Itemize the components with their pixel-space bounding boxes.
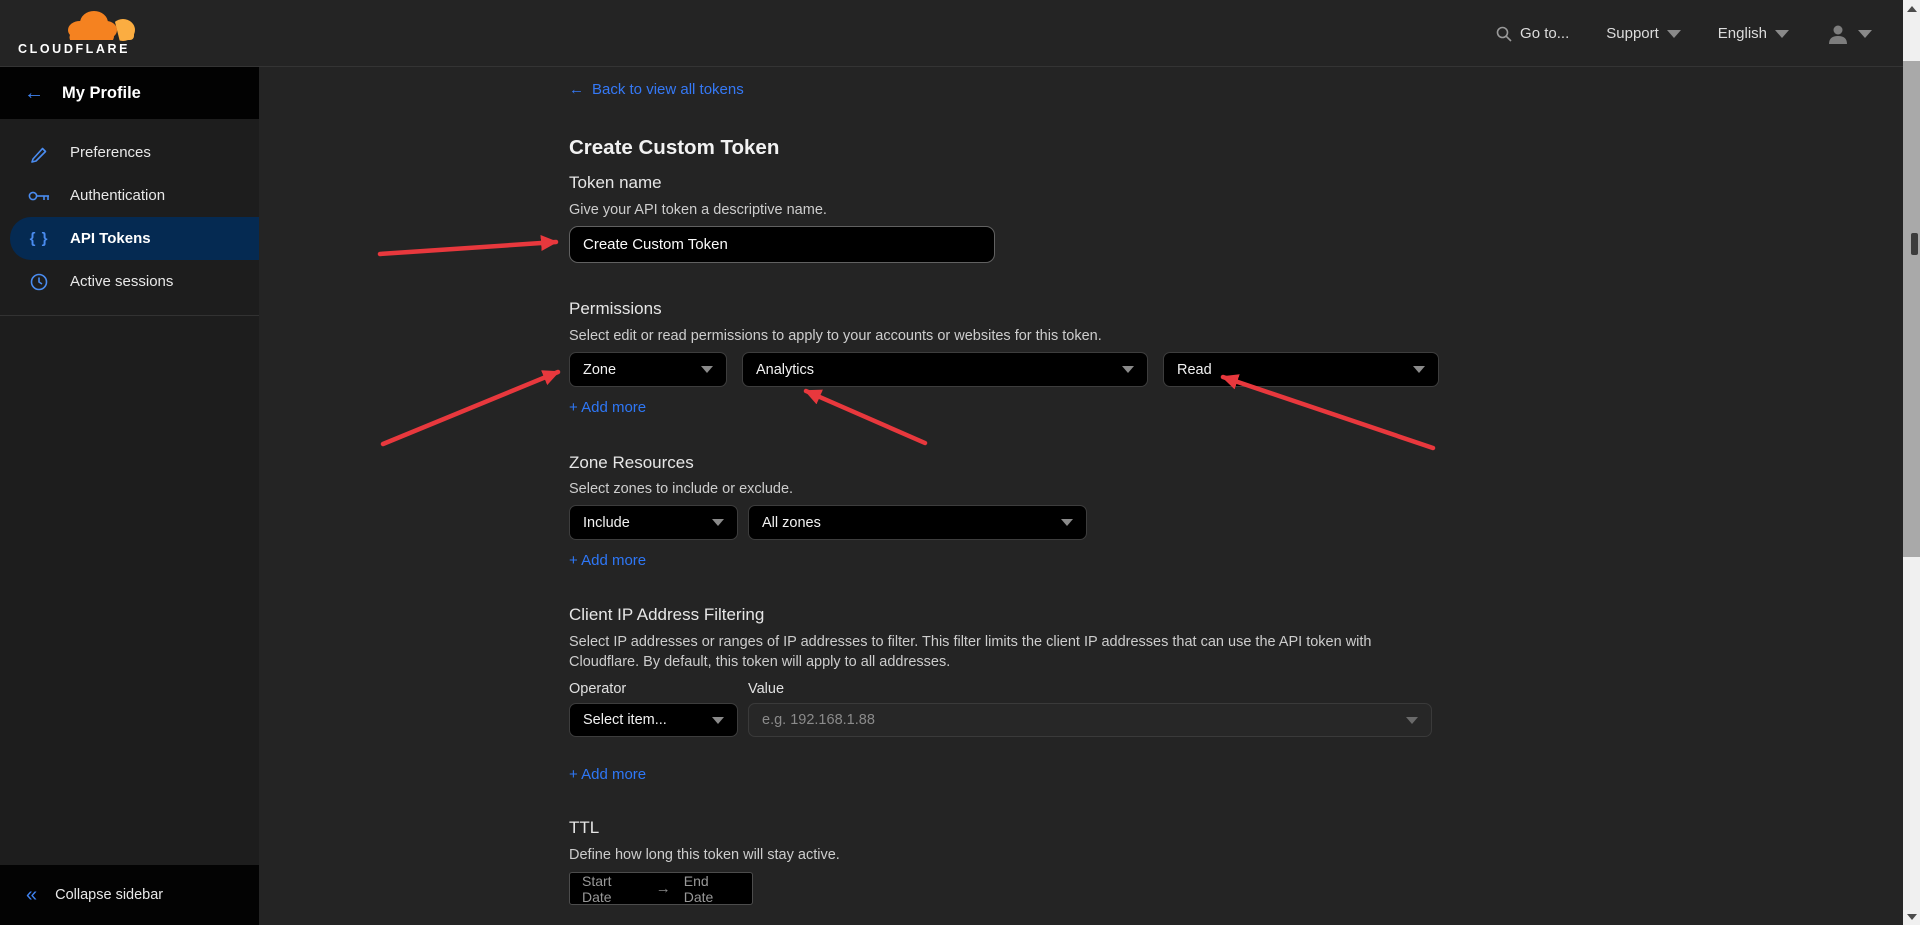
cloudflare-dashboard-page: CLOUDFLARE Go to... Support English [0,0,1920,925]
language-label: English [1718,25,1767,42]
ip-filtering-label: Client IP Address Filtering [569,605,1903,625]
top-bar: CLOUDFLARE Go to... Support English [0,0,1920,67]
sidebar-item-label: Active sessions [70,273,173,290]
token-name-label: Token name [569,173,1903,193]
page-scrollbar[interactable] [1903,0,1920,925]
permissions-description: Select edit or read permissions to apply… [569,326,1903,346]
token-name-description: Give your API token a descriptive name. [569,200,1903,220]
all-zones-dropdown[interactable]: All zones [748,505,1087,540]
read-dropdown[interactable]: Read [1163,352,1439,387]
ip-filtering-add-more-link[interactable]: + Add more [569,766,646,783]
sidebar-back-header[interactable]: ← My Profile [0,67,259,119]
permissions-row: Zone Analytics Read [569,352,1903,387]
zone-resources-add-more-link[interactable]: + Add more [569,552,646,569]
permissions-add-more-link[interactable]: + Add more [569,399,646,416]
pencil-icon [28,143,50,163]
sidebar-item-authentication[interactable]: Authentication [0,174,259,217]
ttl-label: TTL [569,818,1903,838]
chevron-down-icon [1413,366,1425,373]
end-date-label: End Date [684,873,740,905]
back-arrow-icon: ← [24,83,44,103]
back-link-label: Back to view all tokens [592,81,744,98]
sidebar-divider [0,315,259,316]
analytics-dropdown-value: Analytics [756,362,814,378]
user-icon [1826,22,1850,46]
read-dropdown-value: Read [1177,362,1212,378]
sidebar-item-label: API Tokens [70,230,151,247]
zone-resources-row: Include All zones [569,505,1903,540]
sidebar-item-label: Preferences [70,144,151,161]
value-label: Value [748,681,784,697]
include-dropdown[interactable]: Include [569,505,738,540]
sidebar-item-api-tokens[interactable]: { } API Tokens [10,217,259,260]
chevron-down-icon [701,366,713,373]
sidebar-item-label: Authentication [70,187,165,204]
ttl-date-range-button[interactable]: Start Date → End Date [569,872,753,905]
top-navigation: Go to... Support English [1496,0,1872,67]
chevron-down-icon [1667,30,1681,38]
chevron-down-icon [712,717,724,724]
sidebar-item-active-sessions[interactable]: Active sessions [0,260,259,303]
start-date-label: Start Date [582,873,643,905]
include-dropdown-value: Include [583,515,630,531]
right-arrow-icon: → [656,880,671,897]
ip-filtering-row: Select item... e.g. 192.168.1.88 [569,703,1903,737]
all-zones-dropdown-value: All zones [762,515,821,531]
scrollbar-down-arrow[interactable] [1903,908,1920,925]
page-title: Create Custom Token [569,136,1903,160]
ip-filtering-description: Select IP addresses or ranges of IP addr… [569,632,1427,672]
cloudflare-cloud-icon [64,8,136,44]
support-menu[interactable]: Support [1606,25,1681,42]
chevron-down-icon [1775,30,1789,38]
key-icon [28,189,50,203]
chevron-down-icon [1406,717,1418,724]
zone-resources-description: Select zones to include or exclude. [569,479,1903,499]
operator-select[interactable]: Select item... [569,703,738,737]
operator-select-placeholder: Select item... [583,712,667,728]
back-arrow-icon: ← [569,81,584,98]
curly-braces-icon: { } [28,230,50,247]
account-menu[interactable] [1826,22,1872,46]
sidebar-title: My Profile [62,84,141,103]
zone-dropdown-value: Zone [583,362,616,378]
clock-icon [28,272,50,292]
ttl-description: Define how long this token will stay act… [569,845,1903,865]
search-icon [1496,26,1512,42]
main-content: ← Back to view all tokens Create Custom … [259,67,1903,925]
chevron-down-icon [1858,30,1872,38]
sidebar-nav: Preferences Authentication { } API T [0,119,259,316]
sidebar-item-preferences[interactable]: Preferences [0,131,259,174]
back-to-tokens-link[interactable]: ← Back to view all tokens [569,81,744,98]
support-label: Support [1606,25,1659,42]
go-to-label: Go to... [1520,25,1569,42]
mouse-cursor [1911,233,1918,255]
chevron-down-icon [712,519,724,526]
permissions-label: Permissions [569,299,1903,319]
token-name-input[interactable] [569,226,995,263]
operator-label: Operator [569,681,748,697]
cloudflare-logo-text: CLOUDFLARE [18,42,130,56]
zone-dropdown[interactable]: Zone [569,352,727,387]
chevron-down-icon [1061,519,1073,526]
chevron-down-icon [1122,366,1134,373]
scrollbar-up-arrow[interactable] [1903,0,1920,17]
zone-resources-label: Zone Resources [569,453,1903,473]
cloudflare-logo[interactable]: CLOUDFLARE [18,6,138,60]
collapse-sidebar-button[interactable]: « Collapse sidebar [0,865,259,925]
sidebar: ← My Profile Preferences [0,67,259,925]
double-chevron-left-icon: « [26,885,37,905]
go-to-search[interactable]: Go to... [1496,25,1569,42]
language-menu[interactable]: English [1718,25,1789,42]
analytics-dropdown[interactable]: Analytics [742,352,1148,387]
ip-value-field[interactable]: e.g. 192.168.1.88 [748,703,1432,737]
collapse-sidebar-label: Collapse sidebar [55,887,163,903]
ip-value-placeholder: e.g. 192.168.1.88 [762,712,875,728]
scrollbar-thumb[interactable] [1903,61,1920,557]
ip-filtering-field-labels: Operator Value [569,681,1903,697]
